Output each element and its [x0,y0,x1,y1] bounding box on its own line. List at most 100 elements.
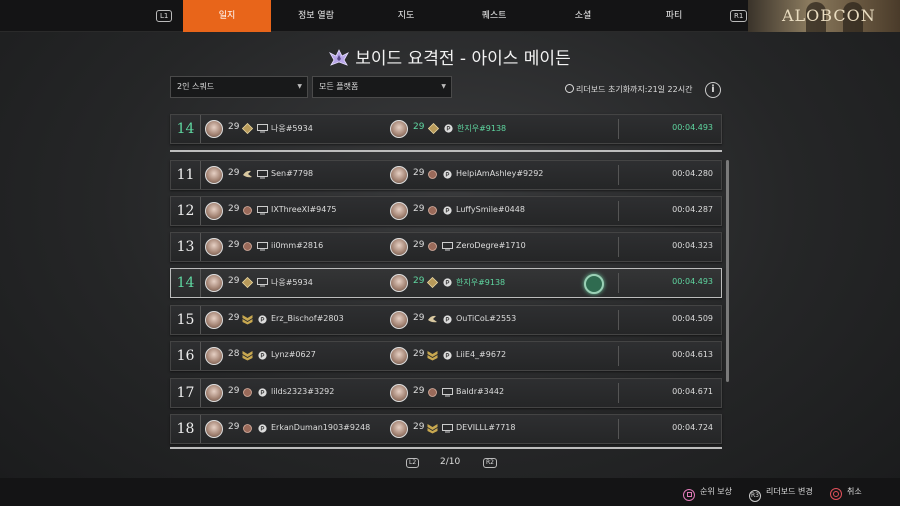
bird-badge-icon [243,170,252,178]
column-divider [618,119,619,139]
leaderboard-row[interactable]: 17 29 lilds2323#3292 29 Baldr#3442 00:04… [170,378,722,408]
player-level: 29 [413,168,425,178]
tab-social[interactable]: 소셜 [537,0,629,32]
round-badge-icon [243,242,252,251]
player-level: 29 [228,313,240,323]
rank-number: 12 [171,197,201,225]
avatar [390,166,408,184]
player-name: LuffySmile#0448 [456,205,525,214]
rank-reward-control[interactable]: 순위 보상 [683,486,732,501]
player-level: 29 [228,386,240,396]
player-level: 29 [413,422,425,432]
chevron-down-icon: ▼ [297,83,302,90]
column-divider [618,201,619,221]
clear-time: 00:04.493 [672,277,713,286]
player-name: OuTiCoL#2553 [456,314,517,323]
player-level: 29 [228,276,240,286]
player-name: DEVILLL#7718 [456,423,516,432]
column-divider [618,237,619,257]
top-nav: L1 일지 정보 열람 지도 퀘스트 소셜 파티 R1 ALOBCON [0,0,900,32]
playstation-icon [444,124,453,133]
info-icon[interactable]: i [705,82,721,98]
rank-number: 15 [171,306,201,334]
tab-quest[interactable]: 퀘스트 [451,0,537,32]
column-divider [618,273,619,293]
r3-button-icon: R3 [749,490,761,502]
cursor-icon [584,274,604,294]
control-label: 순위 보상 [700,487,732,496]
banner-logo-text: ALOBCON [782,6,876,25]
player-name: ii0mm#2816 [271,241,324,250]
leaderboard-row[interactable]: 11 29 Sen#7798 29 HelpiAmAshley#9292 00:… [170,160,722,190]
page-indicator: 2/10 [440,457,461,467]
change-leaderboard-control[interactable]: R3 리더보드 변경 [749,486,813,502]
leaderboard-row[interactable]: 15 29 Erz_Bischof#2803 29 OuTiCoL#2553 0… [170,305,722,335]
clear-time: 00:04.613 [672,350,713,359]
clear-time: 00:04.509 [672,314,713,323]
cancel-control[interactable]: 취소 [830,486,862,500]
avatar [390,420,408,438]
leaderboard-row-selected[interactable]: 14 29 나옹#5934 29 한지우#9138 00:04.493 [170,268,722,298]
diamond-badge-icon [427,277,438,288]
round-badge-icon [428,206,437,215]
my-rank-row[interactable]: 14 29 나옹#5934 29 한지우#9138 00:04.493 [170,114,722,144]
column-divider [618,419,619,439]
chevron-badge-icon [242,351,253,361]
platform-dropdown[interactable]: 모든 플랫폼 ▼ [312,76,452,98]
leaderboard-row[interactable]: 13 29 ii0mm#2816 29 ZeroDegre#1710 00:04… [170,232,722,262]
player-name: Baldr#3442 [456,387,505,396]
scrollbar[interactable] [726,160,729,382]
player-level: 29 [228,240,240,250]
avatar [390,238,408,256]
player-name: ErkanDuman1903#9248 [271,423,371,432]
player-level: 29 [413,240,425,250]
avatar [390,120,408,138]
player-level: 29 [413,313,425,323]
tab-map[interactable]: 지도 [361,0,451,32]
control-label: 취소 [847,487,862,496]
reset-timer-text: 리더보드 초기화까지:21일 22시간 [576,85,693,94]
round-badge-icon [243,424,252,433]
player-name: Erz_Bischof#2803 [271,314,344,323]
square-button-icon [683,489,695,501]
squad-dropdown[interactable]: 2인 스쿼드 ▼ [170,76,308,98]
chevron-badge-icon [427,351,438,361]
leaderboard-row[interactable]: 18 29 ErkanDuman1903#9248 29 DEVILLL#771… [170,414,722,444]
avatar [205,238,223,256]
tab-journal[interactable]: 일지 [183,0,271,32]
player-name: 한지우#9138 [456,278,506,287]
rank-number: 13 [171,233,201,261]
timer-icon [565,84,574,93]
avatar [205,202,223,220]
avatar [390,274,408,292]
rank-number: 16 [171,342,201,370]
r1-button-icon[interactable]: R1 [730,10,748,22]
column-divider [618,310,619,330]
diamond-badge-icon [428,123,439,134]
column-divider [618,383,619,403]
clear-time: 00:04.323 [672,241,713,250]
clear-time: 00:04.671 [672,387,713,396]
r2-button-icon[interactable]: R2 [483,458,497,468]
chevron-badge-icon [242,315,253,325]
tab-party[interactable]: 파티 [629,0,719,32]
player-name: 나옹#5934 [271,278,313,287]
l2-button-icon[interactable]: L2 [406,458,420,468]
rank-number: 17 [171,379,201,407]
clear-time: 00:04.493 [672,123,713,132]
round-badge-icon [243,388,252,397]
section-divider [170,150,722,152]
tab-info[interactable]: 정보 열람 [271,0,361,32]
player-level: 29 [413,386,425,396]
l1-button-icon[interactable]: L1 [156,10,173,22]
player-level: 29 [228,422,240,432]
player-level: 29 [413,276,425,286]
squad-dropdown-value: 2인 스쿼드 [177,82,215,91]
clear-time: 00:04.280 [672,169,713,178]
leaderboard-row[interactable]: 16 28 Lynz#0627 29 LiiE4_#9672 00:04.613 [170,341,722,371]
player-name: ZeroDegre#1710 [456,241,526,250]
avatar [205,347,223,365]
rank-number: 14 [171,115,201,143]
leaderboard-row[interactable]: 12 29 IXThreeXI#9475 29 LuffySmile#0448 … [170,196,722,226]
column-divider [618,346,619,366]
